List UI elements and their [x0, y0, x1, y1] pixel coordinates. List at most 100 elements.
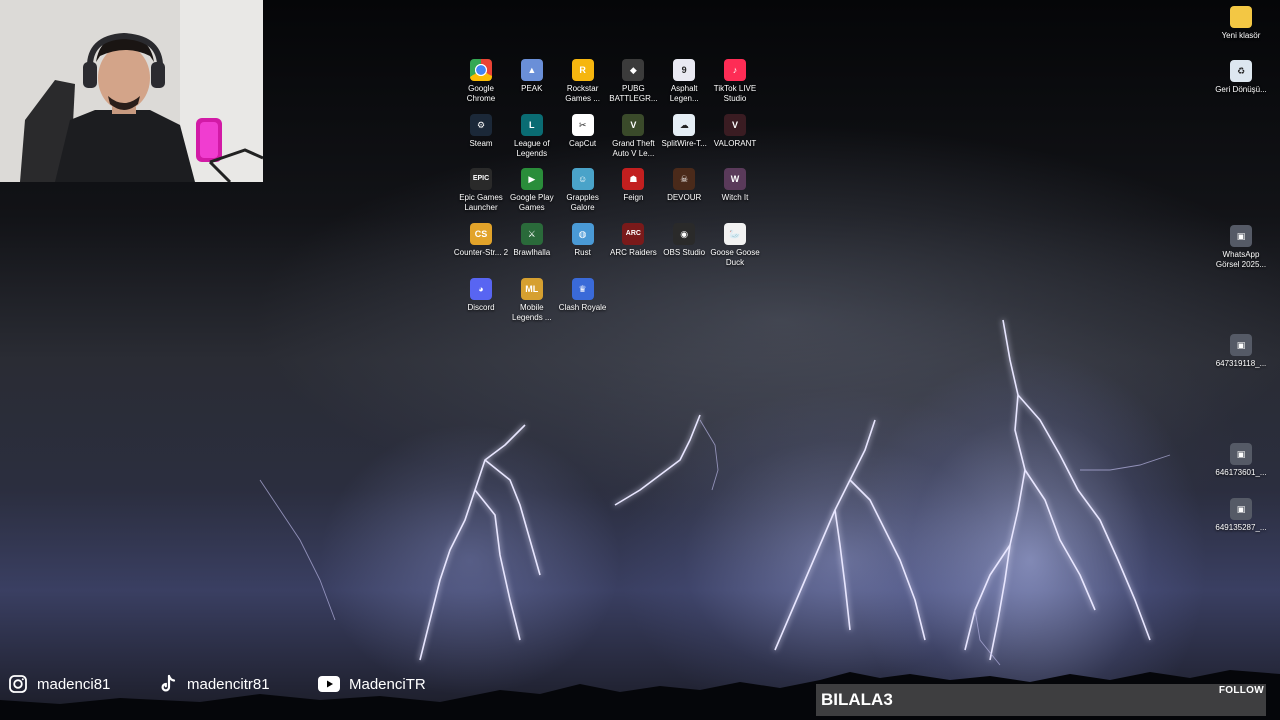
desktop-icon-witch-it[interactable]: W Witch It: [707, 168, 763, 203]
desktop-icon-mobile-legends[interactable]: ML Mobile Legends ...: [504, 277, 560, 323]
desktop-icon-chrome[interactable]: Google Chrome: [453, 59, 509, 104]
grapples-icon: ☺: [571, 168, 594, 191]
desktop-icon-label: VALORANT: [713, 138, 757, 148]
desktop-icon-gta[interactable]: V Grand Theft Auto V Le...: [605, 113, 661, 159]
capcut-icon: ✂: [571, 113, 594, 136]
desktop-file-image-file[interactable]: ▣ 646173601_...: [1213, 443, 1269, 478]
rust-icon: ◍: [571, 223, 594, 246]
peak-icon: ▲: [520, 59, 543, 81]
desktop-icon-rockstar[interactable]: R Rockstar Games ...: [555, 59, 611, 104]
youtube-handle: MadenciTR: [318, 672, 426, 696]
desktop-icon-label: Yeni klasör: [1221, 31, 1261, 40]
tiktok-username: madencitr81: [187, 675, 270, 693]
streamer-webcam-image: [0, 0, 263, 182]
google-play-icon: ▶: [520, 168, 543, 191]
desktop-icon-peak[interactable]: ▲ PEAK: [504, 59, 560, 94]
desktop-file-folder[interactable]: Yeni klasör: [1213, 6, 1269, 41]
desktop-icon-label: Steam: [469, 138, 493, 148]
desktop-icon-label: Brawlhalla: [513, 248, 551, 258]
feign-icon: ☗: [622, 168, 645, 191]
desktop-icon-clash-royale[interactable]: ♛ Clash Royale: [555, 277, 611, 313]
desktop-icon-rust[interactable]: ◍ Rust: [555, 223, 611, 258]
devour-icon: ☠: [673, 168, 696, 191]
desktop-icon-obs[interactable]: ◉ OBS Studio: [656, 223, 712, 258]
tiktok-icon: [158, 674, 178, 694]
desktop-icon-label: Mobile Legends ...: [512, 302, 552, 322]
desktop-icon-arc-raiders[interactable]: ARC ARC Raiders: [605, 223, 661, 258]
desktop-icon-discord[interactable]: ◕ Discord: [453, 277, 509, 313]
obs-icon: ◉: [673, 223, 696, 246]
desktop-icon-asphalt[interactable]: 9 Asphalt Legen...: [656, 59, 712, 104]
desktop-icon-goose[interactable]: 🦢 Goose Goose Duck: [707, 223, 763, 268]
desktop-icon-label: Discord: [467, 302, 495, 312]
desktop-icon-league[interactable]: L League of Legends: [504, 113, 560, 159]
image-file-icon: ▣: [1230, 225, 1252, 247]
desktop-icon-label: WhatsApp Görsel 2025...: [1215, 250, 1267, 269]
desktop-icon-label: Epic Games Launcher: [459, 193, 503, 213]
desktop-file-recycle-bin[interactable]: ♻ Geri Dönüşü...: [1213, 60, 1269, 95]
rockstar-icon: R: [571, 59, 594, 81]
desktop-icon-label: Counter-Str... 2: [453, 248, 509, 258]
desktop-icon-grapples[interactable]: ☺ Grapples Galore: [555, 168, 611, 213]
desktop-icon-label: PUBG BATTLEGR...: [609, 84, 658, 103]
desktop-icon-label: TikTok LIVE Studio: [713, 84, 757, 103]
desktop-file-image-file[interactable]: ▣ 649135287_...: [1213, 498, 1269, 533]
recycle-bin-icon: ♻: [1230, 60, 1252, 82]
instagram-icon: [8, 674, 28, 694]
follow-label: FOLLOW: [1218, 685, 1264, 696]
witch-it-icon: W: [724, 168, 746, 191]
desktop-icon-label: League of Legends: [514, 138, 550, 158]
webcam-overlay: [0, 0, 263, 182]
desktop-icon-label: Geri Dönüşü...: [1215, 85, 1267, 94]
desktop-icon-label: Google Chrome: [466, 84, 496, 103]
desktop-icon-label: Grand Theft Auto V Le...: [612, 138, 655, 158]
desktop-icon-label: 646173601_...: [1215, 468, 1267, 477]
desktop-icon-label: Witch It: [721, 193, 749, 203]
desktop-icon-google-play[interactable]: ▶ Google Play Games: [504, 168, 560, 213]
folder-icon: [1230, 6, 1252, 28]
desktop-file-image-file[interactable]: ▣ 647319118_...: [1213, 334, 1269, 369]
clash-royale-icon: ♛: [571, 277, 594, 300]
league-icon: L: [520, 113, 543, 136]
epic-icon: EPIC: [470, 168, 492, 191]
desktop-icon-feign[interactable]: ☗ Feign: [605, 168, 661, 203]
follower-name: BILALA3: [821, 690, 893, 709]
desktop-icon-label: Rust: [574, 248, 591, 258]
desktop-icon-label: ARC Raiders: [610, 248, 657, 258]
desktop-icon-epic[interactable]: EPIC Epic Games Launcher: [453, 168, 509, 213]
desktop-icon-brawlhalla[interactable]: ⚔ Brawlhalla: [504, 223, 560, 258]
desktop-icon-label: Google Play Games: [510, 193, 554, 213]
desktop-icon-label: DEVOUR: [667, 193, 702, 203]
desktop-icon-capcut[interactable]: ✂ CapCut: [555, 113, 611, 149]
image-file-icon: ▣: [1230, 443, 1252, 465]
arc-raiders-icon: ARC: [622, 223, 645, 246]
desktop-icon-counter-strike[interactable]: CS Counter-Str... 2: [453, 223, 509, 258]
image-file-icon: ▣: [1230, 498, 1252, 520]
tiktok-live-icon: ♪: [724, 59, 746, 81]
desktop-icon-label: Rockstar Games ...: [565, 84, 600, 103]
youtube-channel-name: MadenciTR: [349, 675, 426, 693]
desktop-icon-label: PEAK: [521, 84, 543, 93]
desktop-icon-tiktok-live[interactable]: ♪ TikTok LIVE Studio: [707, 59, 763, 104]
valorant-icon: V: [724, 113, 746, 136]
desktop-icon-valorant[interactable]: V VALORANT: [707, 113, 763, 149]
desktop-icon-label: CapCut: [569, 138, 597, 148]
mobile-legends-icon: ML: [520, 277, 543, 300]
follow-alert: BILALA3 FOLLOW: [816, 684, 1266, 716]
pubg-icon: ◆: [622, 59, 645, 81]
desktop-icon-splitwire[interactable]: ☁ SplitWire-T...: [656, 113, 712, 149]
gta-icon: V: [622, 113, 645, 136]
desktop-icon-label: Goose Goose Duck: [710, 248, 760, 268]
desktop-icon-label: Asphalt Legen...: [669, 84, 699, 103]
desktop-file-image-file[interactable]: ▣ WhatsApp Görsel 2025...: [1213, 225, 1269, 270]
desktop-icon-label: Grapples Galore: [566, 193, 599, 213]
desktop-icon-pubg[interactable]: ◆ PUBG BATTLEGR...: [605, 59, 661, 104]
desktop-icon-label: Clash Royale: [558, 302, 607, 312]
desktop-icon-label: Feign: [623, 193, 644, 203]
instagram-username: madenci81: [37, 675, 111, 693]
desktop-icon-steam[interactable]: ⚙ Steam: [453, 113, 509, 149]
desktop-icon-label: SplitWire-T...: [661, 138, 707, 148]
desktop-icon-devour[interactable]: ☠ DEVOUR: [656, 168, 712, 203]
instagram-handle: madenci81: [8, 672, 110, 696]
brawlhalla-icon: ⚔: [520, 223, 543, 246]
